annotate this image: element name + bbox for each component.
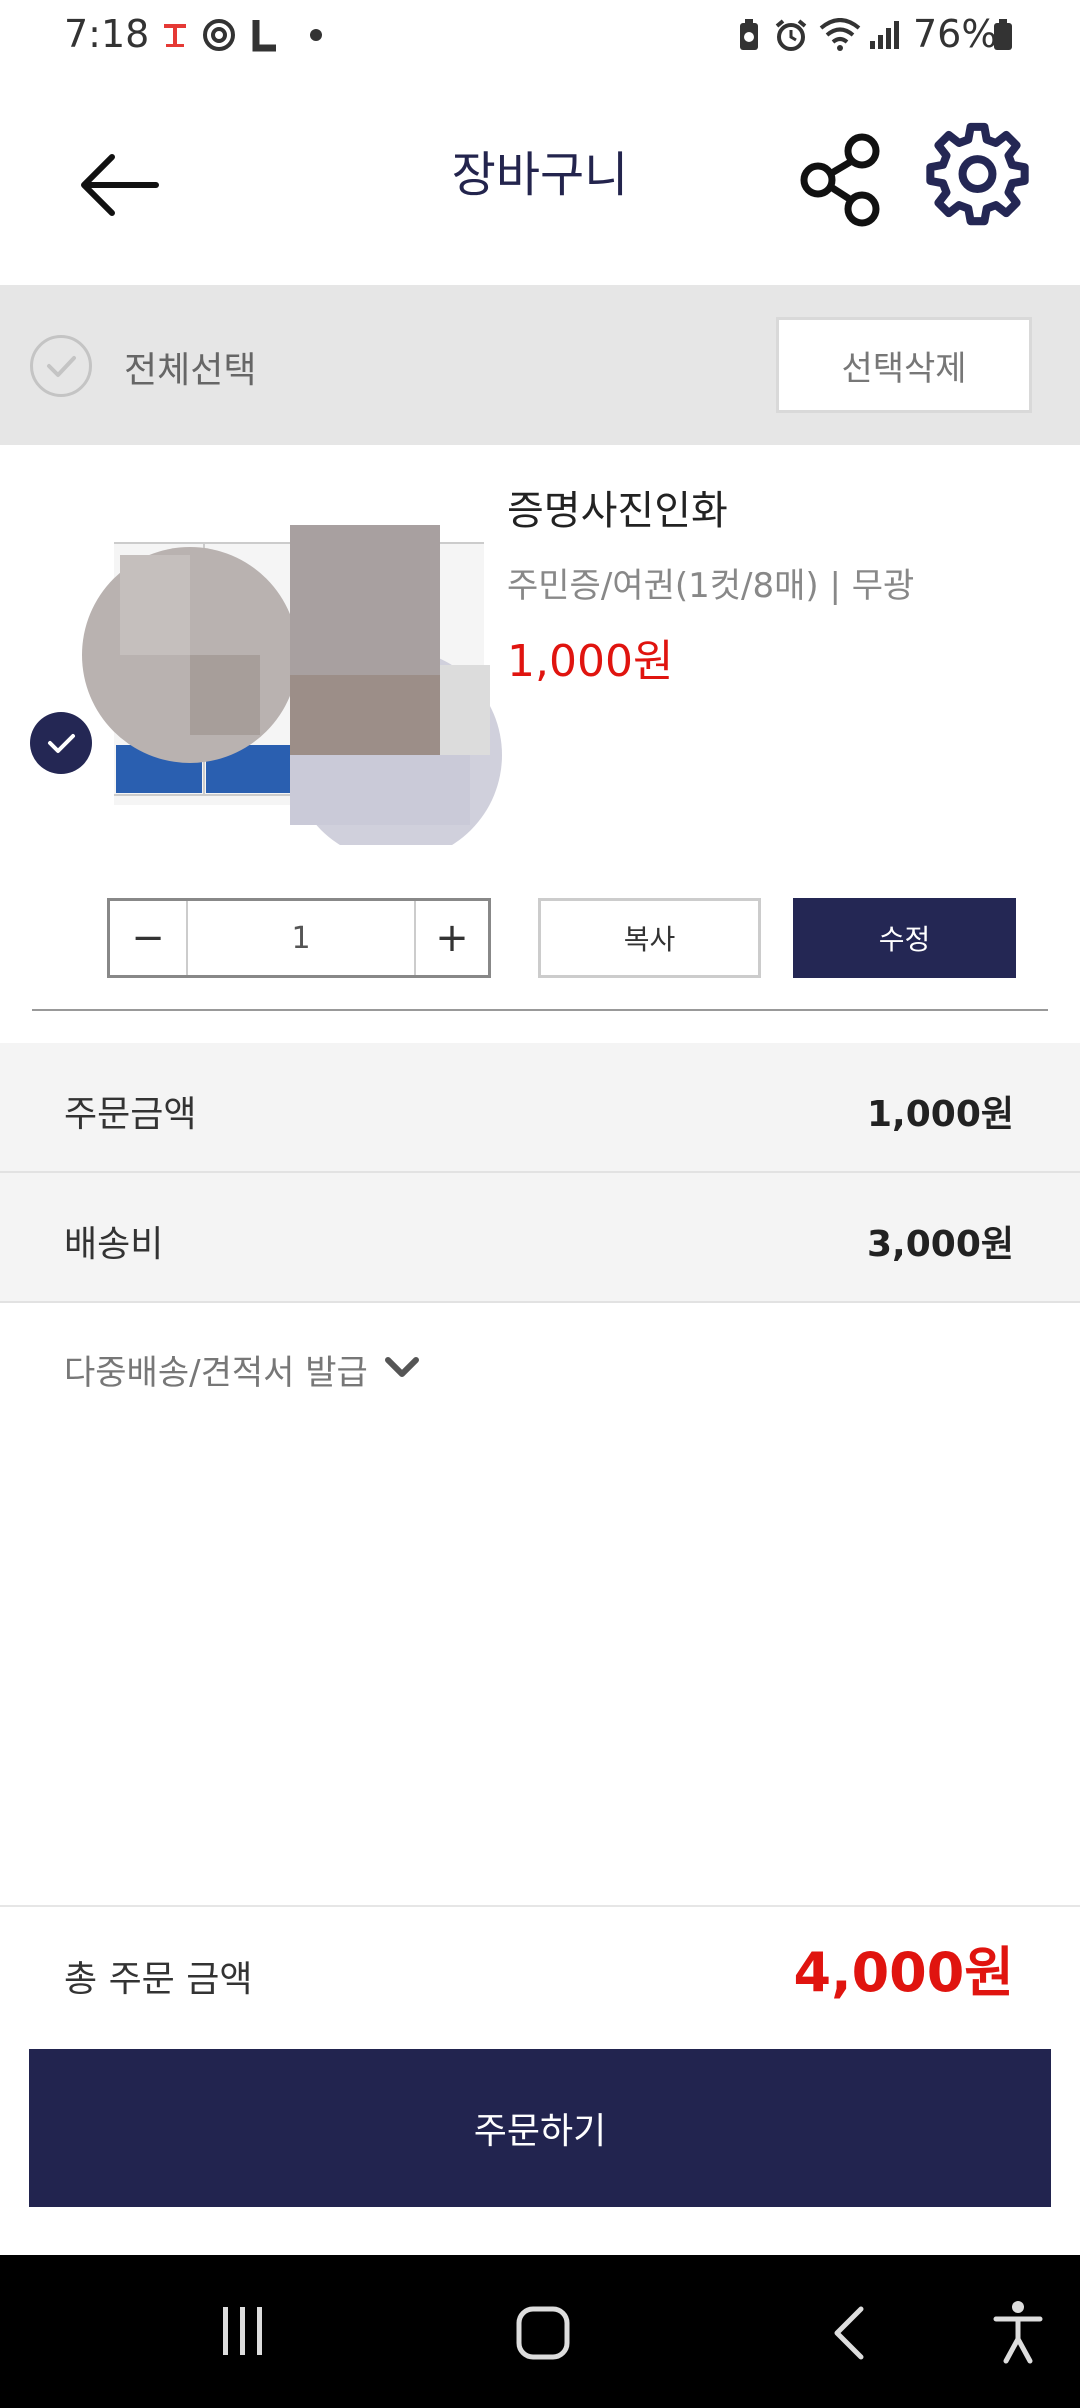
multi-shipping-toggle[interactable]: 다중배송/견적서 발급 [64,1345,368,1394]
product-thumbnail[interactable] [80,525,510,861]
edit-button[interactable]: 수정 [793,898,1016,978]
target-icon [200,17,238,53]
signal-icon [866,17,902,53]
share-button[interactable] [790,125,890,235]
order-button[interactable]: 주문하기 [29,2049,1051,2207]
select-all-checkbox[interactable] [30,335,92,397]
settings-button[interactable] [920,120,1035,235]
order-amount-value: 1,000원 [867,1094,1014,1135]
shipping-value: 3,000원 [867,1224,1014,1265]
total-label: 총 주문 금액 [64,1959,253,2000]
wifi-icon [818,17,862,53]
gear-icon [926,122,1029,226]
page-title: 장바구니 [451,147,629,203]
product-options: 주민증/여권(1컷/8매) | 무광 [507,566,915,606]
quantity-stepper: − 1 + [107,898,491,978]
status-bar: 7:18 76% [0,0,1080,75]
quantity-minus-button[interactable]: − [110,901,188,975]
total-value: 4,000원 [793,1941,1015,2004]
recent-apps-icon[interactable] [215,2303,271,2359]
select-bar: 전체선택 선택삭제 [0,285,1080,445]
delete-selected-button[interactable]: 선택삭제 [776,317,1032,413]
battery-percent: 76% [913,12,998,56]
alarm-icon [772,17,810,53]
battery-save-icon [735,17,763,53]
system-nav-bar [0,2255,1080,2408]
t-icon [160,17,190,53]
copy-button[interactable]: 복사 [538,898,761,978]
accessibility-icon[interactable] [990,2299,1046,2365]
quantity-plus-button[interactable]: + [414,901,488,975]
app-header: 장바구니 [0,75,1080,285]
divider [32,1009,1048,1011]
check-icon [47,356,76,377]
shipping-row: 배송비 3,000원 [0,1173,1080,1303]
select-all-label[interactable]: 전체선택 [124,341,256,393]
order-amount-row: 주문금액 1,000원 [0,1043,1080,1173]
share-icon [800,133,880,227]
back-icon[interactable] [825,2303,875,2363]
status-time: 7:18 [64,12,150,56]
home-icon[interactable] [513,2303,573,2363]
shipping-label: 배송비 [64,1224,164,1265]
divider [0,1905,1080,1907]
quantity-value[interactable]: 1 [188,901,414,975]
product-price: 1,000원 [507,636,674,687]
l-icon [248,17,282,53]
battery-icon [990,17,1016,53]
order-amount-label: 주문금액 [64,1094,197,1135]
dot-icon [304,17,328,53]
product-name: 증명사진인화 [507,488,728,534]
chevron-down-icon[interactable] [380,1352,424,1382]
